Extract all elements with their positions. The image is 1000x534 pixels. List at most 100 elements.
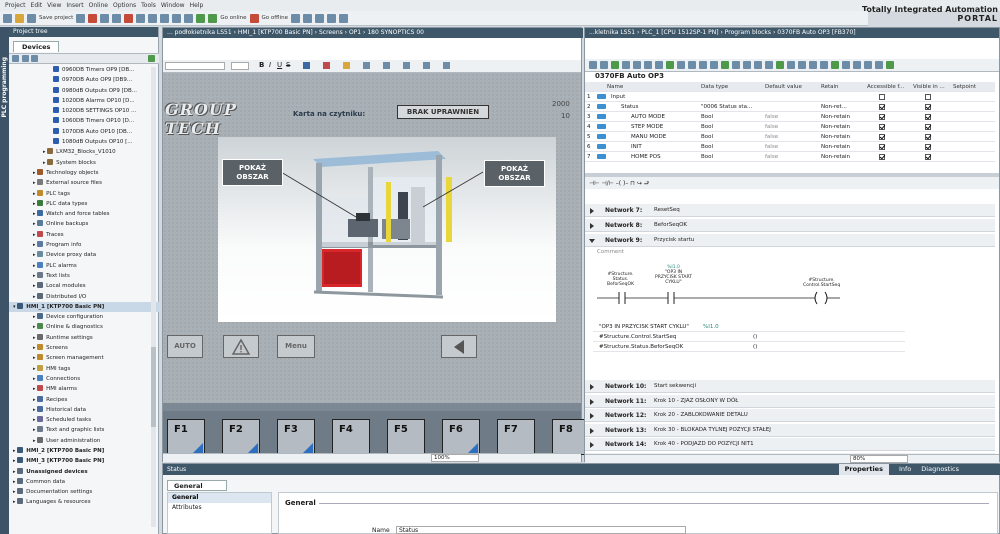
block-toolbar-icon[interactable] — [842, 61, 850, 69]
tree-item[interactable]: ▸ Historical data — [9, 405, 159, 415]
block-toolbar-icon[interactable] — [688, 61, 696, 69]
row-default[interactable]: false — [765, 152, 778, 162]
pokaz-obszar-left-button[interactable]: POKAŻ OBSZAR — [222, 159, 283, 186]
delete-icon[interactable] — [124, 13, 134, 23]
tree-item[interactable]: ▸ Screens — [9, 343, 159, 353]
tree-item[interactable]: 1020DB SETTINGS OP10 ... — [9, 106, 159, 116]
expand-arrow-icon[interactable] — [590, 398, 594, 405]
row-default[interactable]: false — [765, 132, 778, 142]
tree-item[interactable]: ▸ Distributed I/O — [9, 292, 159, 302]
tree-item[interactable]: ▸ Local modules — [9, 281, 159, 291]
save-icon[interactable] — [27, 13, 36, 23]
detail-view-icon[interactable] — [148, 55, 155, 62]
interface-row[interactable]: 5 MANU MODE Bool false Non-retain — [585, 132, 995, 142]
network-comment[interactable]: Comment — [597, 249, 624, 255]
network-header[interactable]: Network 14: Krok 40 - PODJAZD DO POZYCJI … — [585, 438, 995, 451]
tree-item[interactable]: 1070DB Auto OP10 [DB... — [9, 127, 159, 137]
block-toolbar-icon[interactable] — [721, 61, 729, 69]
tree-item[interactable]: 1080dB Outputs OP10 [... — [9, 137, 159, 147]
checkbox-vis[interactable] — [925, 114, 931, 120]
go-online-button[interactable]: Go online — [220, 15, 246, 21]
checkbox-vis[interactable] — [925, 104, 931, 110]
menu-item-tools[interactable]: Tools — [141, 2, 156, 9]
block-toolbar-icon[interactable] — [699, 61, 707, 69]
auto-button[interactable]: AUTO — [167, 335, 203, 358]
go-offline-button[interactable]: Go offline — [262, 15, 288, 21]
network-header[interactable]: Network 8: BeforSeqOK — [585, 219, 995, 232]
tree-item[interactable]: ▸ HMI_3 [KTP700 Basic PN] — [9, 456, 159, 466]
contact-1-label[interactable]: #Structure. Status. BeforSeqOK — [607, 272, 634, 287]
menu-item-view[interactable]: View — [47, 2, 61, 9]
block-toolbar-icon[interactable] — [798, 61, 806, 69]
row-name[interactable]: Input — [611, 92, 625, 102]
tree-item[interactable]: ▸ Text and graphic lists — [9, 425, 159, 435]
row-name[interactable]: Status — [621, 102, 639, 112]
tree-item[interactable]: 0960DB Timers OP9 [DB... — [9, 65, 159, 75]
block-toolbar-icon[interactable] — [677, 61, 685, 69]
hmi-screen-canvas[interactable]: GROUP TECH Karta na czytniku: BRAK UPRAW… — [163, 73, 590, 455]
block-toolbar-icon[interactable] — [633, 61, 641, 69]
column-header[interactable]: Setpoint — [953, 82, 976, 92]
row-datatype[interactable]: Bool — [701, 142, 713, 152]
font-size-select[interactable] — [231, 62, 249, 70]
network-header[interactable]: Network 13: Krok 30 - BLOKADA TYLNEJ POZY… — [585, 423, 995, 437]
align-icon[interactable] — [363, 62, 370, 69]
tree-item[interactable]: 1020DB Alarms OP10 [D... — [9, 96, 159, 106]
checkbox-acc[interactable] — [879, 144, 885, 150]
tree-item[interactable]: ▸ User administration — [9, 436, 159, 446]
undo-icon[interactable] — [136, 13, 146, 23]
tree-item[interactable]: 0980dB Outputs OP9 [DB... — [9, 86, 159, 96]
checkbox-acc[interactable] — [879, 94, 885, 100]
row-default[interactable]: false — [765, 112, 778, 122]
accessible-devices-icon[interactable] — [290, 13, 300, 23]
tree-item[interactable]: ▸ PLC alarms — [9, 261, 159, 271]
tree-item[interactable]: ▸ Device configuration — [9, 312, 159, 322]
cross-reference-icon[interactable] — [302, 13, 312, 23]
open-project-icon[interactable] — [15, 13, 24, 23]
tab-properties[interactable]: Properties — [838, 464, 889, 475]
row-datatype[interactable]: Bool — [701, 132, 713, 142]
distribute-icon[interactable] — [383, 62, 390, 69]
tree-item[interactable]: ▸ HMI alarms — [9, 384, 159, 394]
tree-item[interactable]: 0970DB Auto OP9 [DB9... — [9, 75, 159, 85]
row-retain[interactable]: Non-retain — [821, 112, 850, 122]
tree-item[interactable]: ▸ LXM32_Blocks_V1010 — [9, 147, 159, 157]
function-key-f7[interactable]: F7 — [497, 419, 535, 455]
block-toolbar-icon[interactable] — [589, 61, 597, 69]
block-toolbar-icon[interactable] — [765, 61, 773, 69]
warning-button[interactable] — [223, 335, 259, 358]
devices-tab[interactable]: Devices — [13, 41, 60, 52]
go-offline-icon[interactable] — [249, 13, 259, 23]
checkbox-vis[interactable] — [925, 94, 931, 100]
tree-item[interactable]: ▸ Unassigned devices — [9, 467, 159, 477]
block-toolbar-icon[interactable] — [666, 61, 674, 69]
upload-icon[interactable] — [184, 13, 194, 23]
menu-item-insert[interactable]: Insert — [66, 2, 83, 9]
interface-row[interactable]: 3 AUTO MODE Bool false Non-retain — [585, 112, 995, 122]
block-toolbar-icon[interactable] — [754, 61, 762, 69]
value-10-field[interactable]: 10 — [561, 112, 570, 120]
brak-uprawnien-field[interactable]: BRAK UPRAWNIEN — [397, 105, 489, 119]
contact-2-label[interactable]: %I1.0 "OP3 IN PRZYCISK START CYKLU" — [655, 265, 692, 285]
interface-row[interactable]: 6 INIT Bool false Non-retain — [585, 142, 995, 152]
checkbox-acc[interactable] — [879, 134, 885, 140]
underline-icon[interactable]: U — [277, 61, 282, 69]
tree-item[interactable]: ▸ Device proxy data — [9, 250, 159, 260]
tree-item[interactable]: ▸ HMI_2 [KTP700 Basic PN] — [9, 446, 159, 456]
interface-row[interactable]: 2 Status "0006 Status sta... Non-ret... — [585, 102, 995, 112]
row-datatype[interactable]: Bool — [701, 112, 713, 122]
scroll-thumb[interactable] — [151, 347, 156, 427]
tree-view-icon[interactable] — [12, 55, 19, 62]
download-icon[interactable] — [172, 13, 182, 23]
block-toolbar-icon[interactable] — [611, 61, 619, 69]
expand-arrow-icon[interactable] — [589, 239, 595, 243]
tree-item[interactable]: 1060DB Timers OP10 [D... — [9, 116, 159, 126]
block-toolbar-icon[interactable] — [875, 61, 883, 69]
function-key-f4[interactable]: F4 — [332, 419, 370, 455]
tree-item[interactable]: ▸ Online backups — [9, 219, 159, 229]
rotate-icon[interactable] — [423, 62, 430, 69]
tree-item[interactable]: ▸ External source files — [9, 178, 159, 188]
function-key-f3[interactable]: F3 — [277, 419, 315, 455]
tree-item[interactable]: ▸ System blocks — [9, 158, 159, 168]
save-project-button[interactable]: Save project — [39, 15, 73, 21]
